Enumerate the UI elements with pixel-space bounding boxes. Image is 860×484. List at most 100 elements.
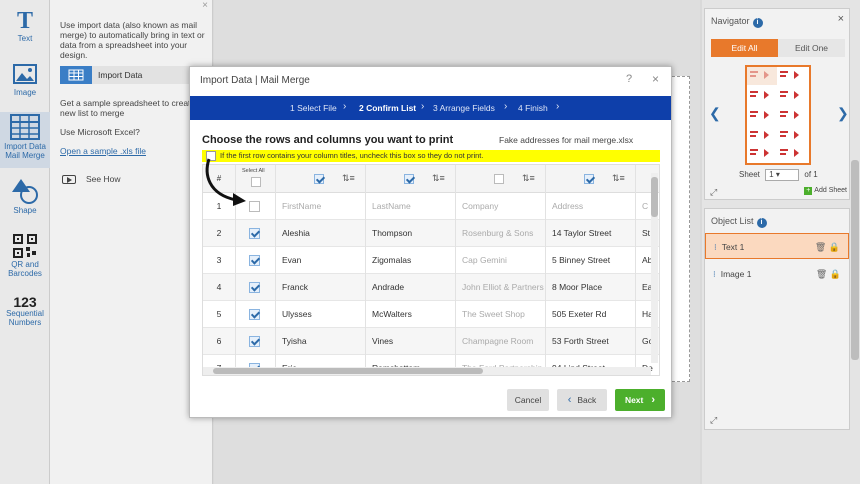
- trash-icon[interactable]: 🗑: [815, 242, 826, 252]
- tool-seq-label-2: Numbers: [8, 318, 42, 327]
- cell-company: The Sweet Shop: [456, 301, 546, 328]
- dialog-close-icon[interactable]: ×: [652, 72, 659, 86]
- cell-firstname: Aleshia: [276, 220, 366, 247]
- table-row: 5 Ulysses McWalters The Sweet Shop 505 Exete…: [203, 301, 659, 328]
- see-how-button[interactable]: See How: [62, 174, 121, 185]
- object-actions: 🗑 🔒: [815, 234, 840, 260]
- column-checkbox-company[interactable]: [494, 174, 504, 184]
- info-icon[interactable]: i: [756, 218, 767, 228]
- wizard-steps: 1 Select File › 2 Confirm List › 3 Arran…: [190, 96, 671, 120]
- row-number: 3: [203, 247, 236, 274]
- svg-text:T: T: [17, 8, 33, 32]
- sort-icon[interactable]: ⇅≡: [612, 173, 625, 184]
- table-row: 6 Tyisha Vines Champagne Room 53 Forth Stree…: [203, 328, 659, 355]
- info-icon[interactable]: i: [752, 18, 763, 28]
- select-all-checkbox[interactable]: [251, 177, 261, 187]
- help-icon[interactable]: ?: [626, 73, 632, 85]
- row-number: 2: [203, 220, 236, 247]
- tool-text[interactable]: T Text: [0, 6, 50, 43]
- column-checkbox-address[interactable]: [584, 174, 594, 184]
- tool-sequential[interactable]: 123 Sequential Numbers: [0, 295, 50, 327]
- object-item-text-1[interactable]: ⁝ Text 1 🗑 🔒: [705, 233, 849, 259]
- step-chevron-icon: ›: [343, 101, 347, 112]
- tool-import-data[interactable]: Import Data Mail Merge: [0, 112, 50, 168]
- step-finish[interactable]: 4 Finish: [518, 103, 548, 113]
- row-checkbox[interactable]: [249, 309, 260, 320]
- image-icon: [13, 64, 37, 84]
- navigator-close-icon[interactable]: ×: [838, 13, 844, 25]
- navigator-title: Navigator i: [711, 16, 763, 28]
- sheet-select[interactable]: 1 ▾: [765, 169, 800, 181]
- expand-icon[interactable]: ⤢: [710, 187, 717, 198]
- row-checkbox[interactable]: [249, 255, 260, 266]
- cell-company: Champagne Room: [456, 328, 546, 355]
- row-select-cell: [236, 220, 276, 247]
- object-list-title: Object List i: [711, 216, 767, 228]
- video-icon: [62, 175, 76, 185]
- open-sample-link[interactable]: Open a sample .xls file: [60, 146, 146, 156]
- next-sheet-icon[interactable]: ❯: [837, 105, 849, 122]
- row-select-cell: [236, 301, 276, 328]
- sample-text: Get a sample spreadsheet to create new l…: [60, 98, 196, 118]
- tool-qr[interactable]: QR and Barcodes: [0, 234, 50, 278]
- chevron-right-icon: ›: [651, 394, 656, 406]
- step-chevron-icon: ›: [421, 101, 425, 112]
- sort-icon[interactable]: ⇅≡: [522, 173, 535, 184]
- lock-icon[interactable]: 🔒: [830, 269, 841, 279]
- object-item-image-1[interactable]: ⁝ Image 1 🗑 🔒: [705, 261, 849, 287]
- tool-shape[interactable]: Shape: [0, 178, 50, 215]
- cell-company: Company: [456, 193, 546, 220]
- prev-sheet-icon[interactable]: ❮: [709, 105, 721, 122]
- add-sheet-button[interactable]: + Add Sheet: [804, 187, 847, 195]
- column-checkbox-firstname[interactable]: [314, 174, 324, 184]
- object-list-panel: Object List i ⁝ Text 1 🗑 🔒 ⁝ Image 1 🗑 🔒 ⤢: [704, 208, 850, 430]
- column-checkbox-lastname[interactable]: [404, 174, 414, 184]
- table-row: 4 Franck Andrade John Elliot & Partners 8 Mo…: [203, 274, 659, 301]
- tool-import-label-2: Mail Merge: [5, 151, 45, 160]
- chevron-left-icon: ‹: [567, 394, 572, 406]
- tool-import-label-1: Import Data: [4, 142, 46, 151]
- row-checkbox[interactable]: [249, 336, 260, 347]
- sheet-of-label: of 1: [804, 170, 818, 180]
- next-button[interactable]: Next ›: [615, 389, 665, 411]
- cell-lastname: Zigomalas: [366, 247, 456, 274]
- step-arrange-fields[interactable]: 3 Arrange Fields: [433, 103, 495, 113]
- cell-company: Rosenburg & Sons: [456, 220, 546, 247]
- cell-lastname: LastName: [366, 193, 456, 220]
- plus-icon: +: [804, 187, 813, 195]
- page-scrollbar[interactable]: [851, 160, 859, 360]
- cell-firstname: Ulysses: [276, 301, 366, 328]
- cell-address: 14 Taylor Street: [546, 220, 636, 247]
- grid-header-row: # Select All ⇅≡ ⇅≡ ⇅≡ ⇅≡: [203, 165, 659, 193]
- dialog-heading: Choose the rows and columns you want to …: [202, 134, 454, 146]
- cancel-button[interactable]: Cancel: [507, 389, 549, 411]
- table-icon: [10, 114, 40, 140]
- sort-icon[interactable]: ⇅≡: [342, 173, 355, 184]
- drag-handle-icon[interactable]: ⁝: [714, 242, 717, 252]
- object-list-expand-icon[interactable]: ⤢: [710, 415, 717, 426]
- tool-image[interactable]: Image: [0, 64, 50, 97]
- sheet-thumbnail[interactable]: [745, 65, 811, 165]
- tool-qr-label-1: QR and: [11, 260, 39, 269]
- tab-edit-one[interactable]: Edit One: [778, 39, 845, 57]
- step-chevron-icon: ›: [504, 101, 508, 112]
- lock-icon[interactable]: 🔒: [829, 242, 840, 252]
- dialog-title: Import Data | Mail Merge: [200, 75, 310, 86]
- row-checkbox[interactable]: [249, 228, 260, 239]
- sort-icon[interactable]: ⇅≡: [432, 173, 445, 184]
- tool-shape-label: Shape: [13, 206, 37, 215]
- panel-close-icon[interactable]: ×: [202, 0, 208, 11]
- import-data-button[interactable]: Import Data: [60, 66, 210, 84]
- table-row: 3 Evan Zigomalas Cap Gemini 5 Binney Street A…: [203, 247, 659, 274]
- step-confirm-list[interactable]: 2 Confirm List: [359, 103, 416, 113]
- grid-horizontal-scrollbar[interactable]: [203, 367, 651, 375]
- grid-vertical-scrollbar[interactable]: [651, 173, 658, 363]
- trash-icon[interactable]: 🗑: [816, 269, 827, 279]
- drag-handle-icon[interactable]: ⁝: [713, 269, 716, 279]
- tool-seq-label-1: Sequential: [6, 309, 44, 318]
- annotation-arrow-icon: [205, 158, 246, 206]
- row-checkbox[interactable]: [249, 282, 260, 293]
- tab-edit-all[interactable]: Edit All: [711, 39, 778, 57]
- step-select-file[interactable]: 1 Select File: [290, 103, 337, 113]
- back-button[interactable]: ‹ Back: [557, 389, 607, 411]
